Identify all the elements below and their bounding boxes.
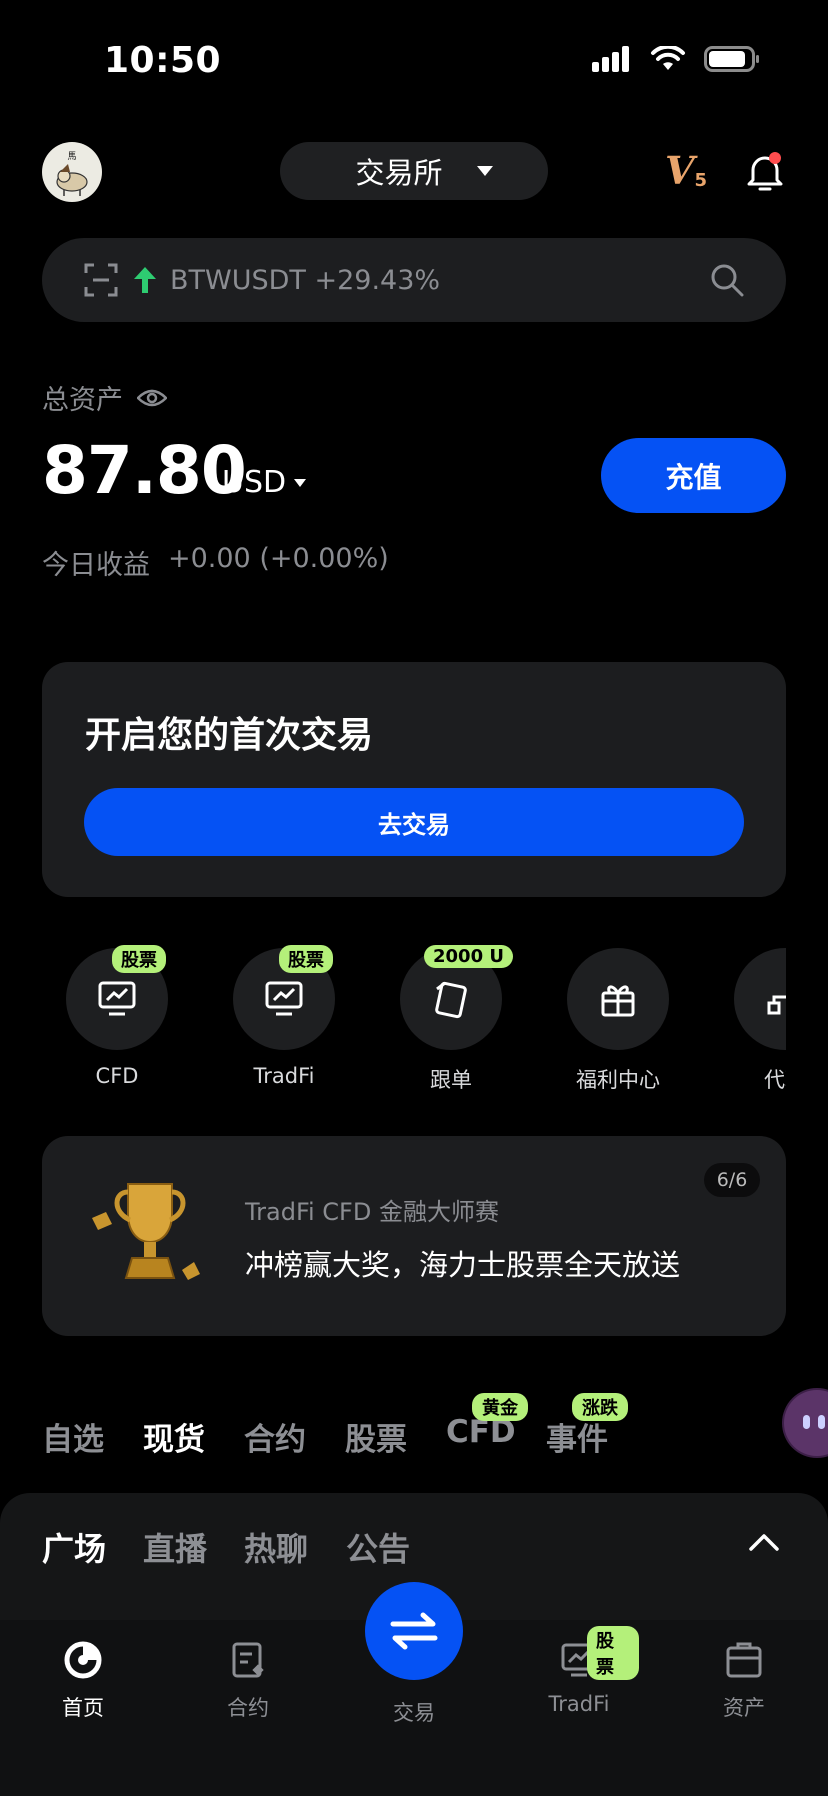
quick-action-circle (734, 948, 786, 1050)
quick-action-badge: 2000 U (424, 945, 513, 968)
horse-avatar-icon: 馬 (56, 151, 88, 196)
quick-action-label: 福利中心 (576, 1068, 660, 1092)
bell-icon (747, 152, 783, 191)
gift-icon (601, 985, 635, 1017)
exchange-selector[interactable]: 交易所 (280, 142, 548, 200)
market-tab-spot[interactable]: 现货 (143, 1414, 205, 1459)
nav-tradfi[interactable]: TradFi 股票 (519, 1626, 639, 1716)
market-tab-label: 现货 (143, 1422, 205, 1458)
quick-action-clip: 代理 (734, 940, 786, 1100)
quick-action-rewards[interactable]: 福利中心 (567, 948, 669, 1094)
battery-icon (704, 46, 759, 72)
feed-tab-square[interactable]: 广场 (42, 1524, 106, 1570)
go-trade-button[interactable]: 去交易 (84, 788, 744, 856)
vip-letter: V (665, 148, 695, 193)
first-trade-title: 开启您的首次交易 (85, 715, 374, 756)
trend-up-arrow-icon (134, 267, 156, 293)
vip-number: 5 (694, 170, 708, 191)
market-tab-cfd[interactable]: CFD 黄金 (446, 1393, 528, 1450)
market-tab-badge: 黄金 (472, 1393, 528, 1421)
nav-badge: 股票 (587, 1626, 639, 1680)
quick-action-circle (567, 948, 669, 1050)
caret-down-icon (476, 166, 493, 176)
search-icon[interactable] (710, 263, 744, 297)
first-trade-card (42, 662, 786, 897)
currency-label: USD (222, 465, 287, 500)
currency-selector[interactable]: USD (222, 465, 307, 500)
deposit-button[interactable]: 充值 (601, 438, 786, 513)
promo-subtitle: TradFi CFD 金融大师赛 (245, 1198, 499, 1226)
promo-headline: 冲榜赢大奖，海力士股票全天放送 (245, 1248, 681, 1282)
today-pnl-value: +0.00 (+0.00%) (168, 543, 389, 574)
home-icon (64, 1641, 102, 1679)
quick-action-agent[interactable]: 代理 (734, 948, 786, 1094)
search-bar[interactable]: BTWUSDT +29.43% (42, 238, 786, 322)
quick-action-cfd[interactable]: CFD 股票 (66, 945, 168, 1088)
today-pnl-label: 今日收益 (42, 550, 150, 581)
nav-label: 合约 (227, 1696, 269, 1720)
feed-tab-announcements[interactable]: 公告 (346, 1524, 410, 1570)
robot-face-icon (784, 1390, 828, 1456)
market-tab-events[interactable]: 事件 涨跌 (546, 1393, 628, 1459)
market-tab-label: 事件 (546, 1422, 608, 1458)
nav-label: 资产 (723, 1696, 765, 1720)
cards-icon (435, 981, 467, 1019)
exchange-label: 交易所 (355, 156, 443, 190)
svg-text:馬: 馬 (67, 151, 76, 162)
nav-label: 首页 (62, 1696, 104, 1720)
market-tab-badge: 涨跌 (572, 1393, 628, 1421)
assistant-bot-button[interactable] (782, 1388, 828, 1458)
quick-action-badge: 股票 (112, 945, 166, 973)
network-icon (767, 995, 786, 1015)
quick-action-copy-trade[interactable]: 跟单 2000 U (400, 945, 513, 1094)
feed-tab-live[interactable]: 直播 (143, 1524, 207, 1570)
market-tab-stocks[interactable]: 股票 (345, 1414, 407, 1459)
quick-action-tradfi[interactable]: TradFi 股票 (233, 945, 335, 1088)
total-assets-label: 总资产 (42, 378, 167, 417)
market-tab-futures[interactable]: 合约 (244, 1414, 306, 1459)
wallet-icon (726, 1642, 762, 1678)
nav-trade-button[interactable] (365, 1582, 463, 1680)
quick-action-label: 跟单 (430, 1068, 472, 1092)
avatar[interactable]: 馬 (42, 142, 102, 202)
nav-futures[interactable]: 合约 (188, 1640, 308, 1722)
market-tab-label: 股票 (345, 1422, 407, 1458)
status-time: 10:50 (104, 40, 222, 81)
promo-page-indicator: 6/6 (704, 1163, 760, 1197)
vip-badge[interactable]: V5 (665, 148, 707, 193)
quick-action-label: CFD (95, 1064, 139, 1088)
notification-bell[interactable] (747, 150, 783, 192)
market-tab-label: 自选 (42, 1422, 104, 1458)
quick-action-label: 代理 (764, 1068, 786, 1092)
feed-tab-hot-chat[interactable]: 热聊 (244, 1524, 308, 1570)
swap-arrows-icon (390, 1612, 438, 1650)
nav-assets[interactable]: 资产 (684, 1640, 804, 1722)
document-edit-icon (232, 1642, 264, 1678)
wifi-icon (651, 46, 685, 70)
trending-ticker[interactable]: BTWUSDT +29.43% (170, 265, 710, 296)
quick-action-label: TradFi (253, 1064, 315, 1088)
nav-home[interactable]: 首页 (23, 1640, 143, 1722)
chart-monitor-icon (265, 981, 303, 1016)
caret-down-icon (294, 478, 307, 487)
scan-icon[interactable] (84, 263, 118, 297)
status-icons (592, 46, 760, 72)
nav-trade-label: 交易 (393, 1701, 435, 1725)
eye-icon[interactable] (137, 388, 167, 408)
signal-icon (592, 46, 629, 72)
today-pnl: 今日收益 +0.00 (+0.00%) (42, 543, 389, 582)
market-tab-label: 合约 (244, 1422, 306, 1458)
quick-action-badge: 股票 (279, 945, 333, 973)
total-assets-text: 总资产 (42, 385, 123, 416)
chevron-up-icon[interactable] (748, 1532, 780, 1552)
nav-label: TradFi (548, 1692, 610, 1716)
chart-monitor-icon (98, 981, 136, 1016)
trophy-icon (92, 1183, 200, 1280)
total-balance: 87.80 (42, 432, 247, 509)
market-tab-favorites[interactable]: 自选 (42, 1414, 104, 1459)
